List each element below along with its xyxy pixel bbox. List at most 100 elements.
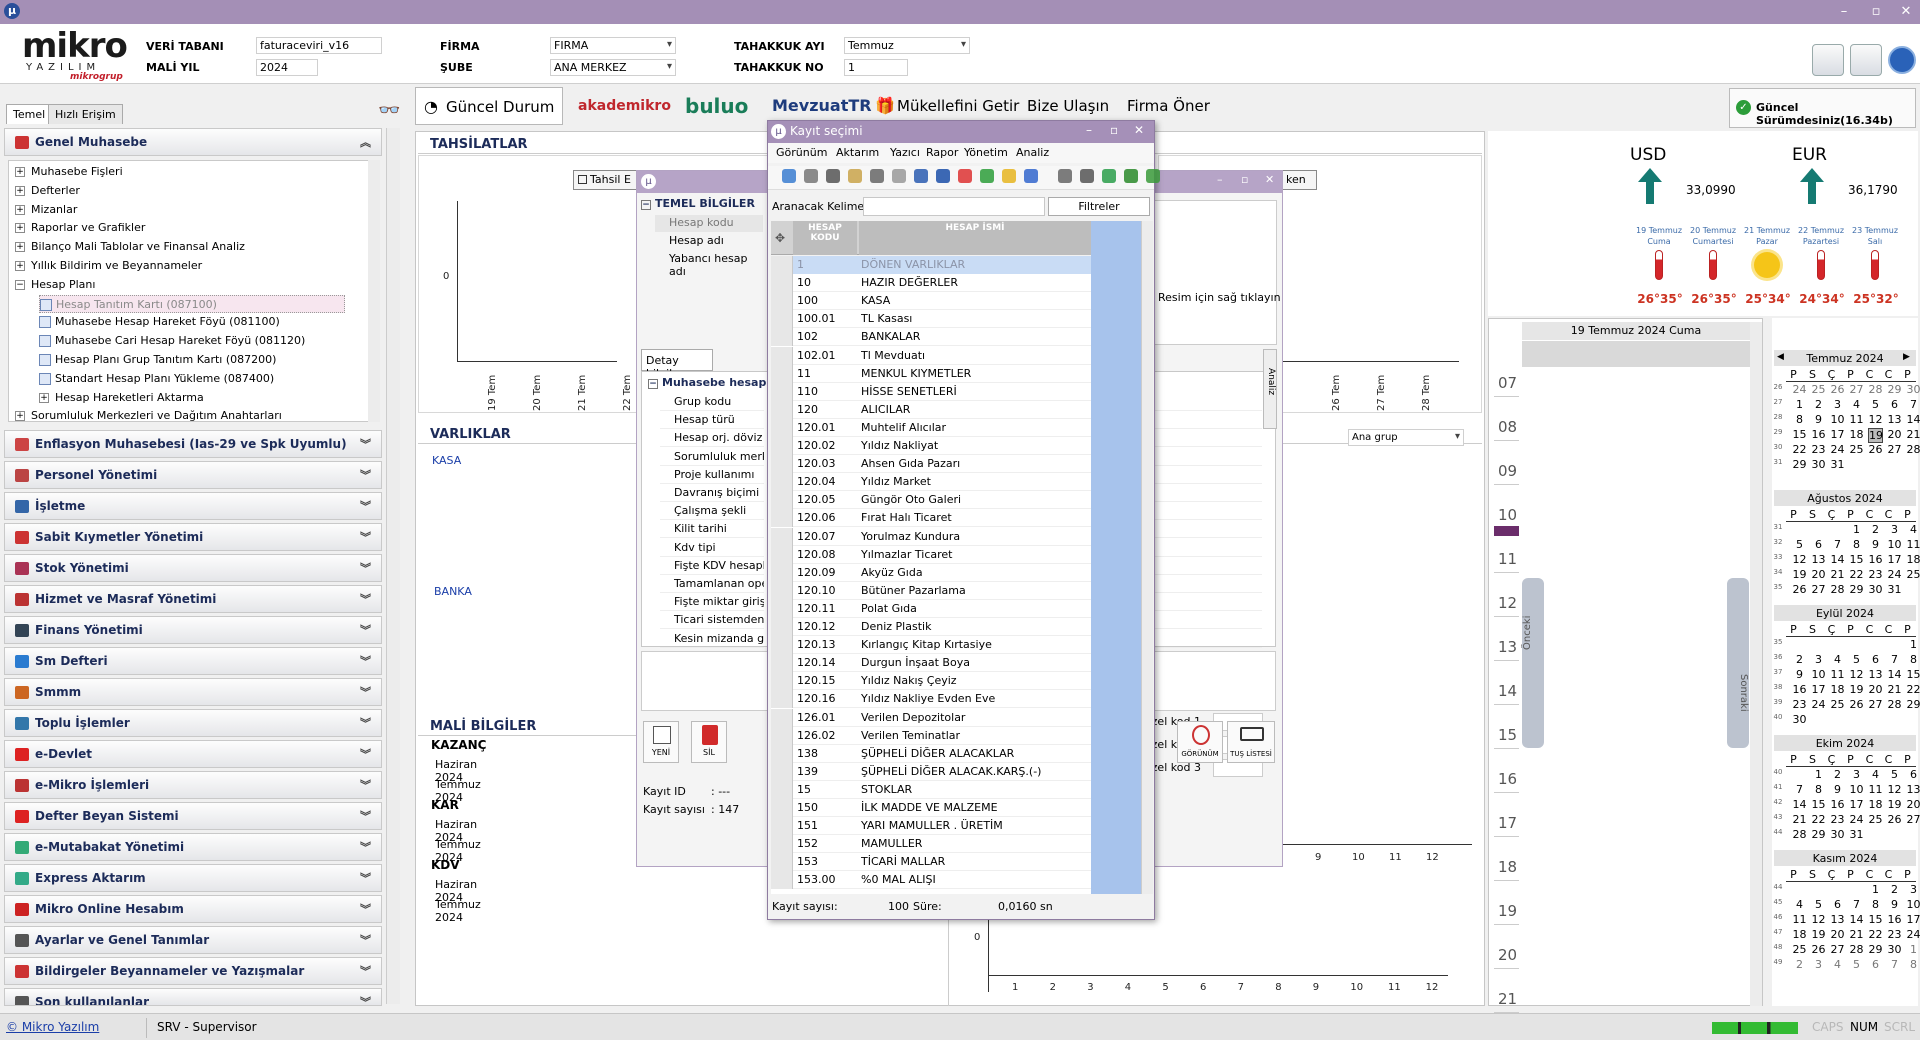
yeni-button[interactable]: YENİ [643, 721, 679, 763]
save-icon[interactable] [936, 169, 950, 183]
section-item[interactable]: Sm Defteri ︾ [4, 647, 382, 675]
calendar-day[interactable]: 17 [1830, 428, 1845, 441]
row-selector[interactable] [771, 636, 793, 655]
calendar-day[interactable]: 28 [1906, 443, 1920, 456]
expand-icon[interactable]: + [15, 167, 25, 177]
refresh-icon[interactable] [782, 169, 796, 183]
section-item[interactable]: Bildirgeler Beyannameler ve Yazışmalar ︾ [4, 957, 382, 985]
schedule-scrollbar[interactable] [1750, 322, 1762, 1006]
calendar-day[interactable]: 8 [1811, 783, 1826, 796]
calendar-day[interactable]: 20 [1811, 568, 1826, 581]
table-row[interactable]: 102.01 Tl Mevduatı [771, 346, 1091, 365]
sube-select[interactable]: ANA MERKEZ [550, 59, 676, 76]
table-row[interactable]: 120.15 Yıldız Nakış Çeyiz [771, 672, 1091, 691]
varlik-banka[interactable]: BANKA [434, 585, 472, 598]
chevron-down-icon[interactable]: ︾ [360, 870, 371, 886]
calendar-day[interactable]: 2 [1887, 883, 1902, 896]
calendar-day[interactable]: 14 [1887, 668, 1902, 681]
calendar-day[interactable]: 8 [1849, 538, 1864, 551]
table-row[interactable]: 150 İLK MADDE VE MALZEME [771, 799, 1091, 817]
temel-bilgiler-header[interactable]: − TEMEL BİLGİLER [641, 197, 771, 215]
dialog-menu-item[interactable]: Analiz [1016, 146, 1049, 159]
calendar-day[interactable]: 30 [1830, 828, 1845, 841]
tree-item[interactable]: + Bilanço Mali Tablolar ve Finansal Anali… [15, 238, 245, 256]
expand-icon[interactable]: + [15, 204, 25, 215]
calendar-day[interactable]: 3 [1849, 768, 1864, 781]
table-row[interactable]: 120.10 Bütüner Pazarlama [771, 581, 1091, 600]
row-selector[interactable] [771, 871, 793, 890]
section-item[interactable]: Toplu İşlemler ︾ [4, 709, 382, 737]
expand-icon[interactable]: + [39, 392, 49, 403]
row-selector[interactable] [771, 708, 793, 727]
detail-field-input[interactable] [1152, 503, 1262, 521]
form-maximize-icon[interactable]: ▫ [1241, 173, 1248, 186]
dialog-menu-item[interactable]: Yönetim [964, 146, 1008, 159]
tree-item[interactable]: − Hesap Planı [15, 276, 95, 294]
calendar-day[interactable]: 23 [1830, 813, 1845, 826]
maximize-icon[interactable]: ▫ [1864, 2, 1888, 22]
row-selector[interactable] [771, 400, 793, 419]
tree-item[interactable]: Hesap Planı Grup Tanıtım Kartı (087200) [39, 351, 276, 369]
calendar-day[interactable]: 14 [1792, 798, 1807, 811]
calendar-day[interactable]: 14 [1906, 413, 1920, 426]
calendar-day[interactable]: 22 [1792, 443, 1807, 456]
row-selector[interactable] [771, 726, 793, 745]
calendar-day[interactable]: 29 [1792, 458, 1807, 471]
firma-select[interactable]: FIRMA [550, 37, 676, 54]
detail-field-input[interactable] [1152, 467, 1262, 484]
next-button[interactable]: Sonraki [1727, 578, 1749, 748]
table-row[interactable]: 10 HAZIR DEĞERLER [771, 274, 1091, 293]
calendar-day[interactable]: 18 [1830, 683, 1845, 696]
version-status[interactable]: ✓ Güncel Sürümdesiniz(16.34b) [1729, 88, 1916, 128]
tree-item[interactable]: Muhasebe Hesap Hareket Föyü (081100) [39, 313, 280, 331]
calendar-day[interactable]: 17 [1887, 553, 1902, 566]
calendar-day[interactable]: 21 [1906, 428, 1920, 441]
calendar-day[interactable]: 14 [1830, 553, 1845, 566]
form-close-icon[interactable]: ✕ [1265, 173, 1274, 186]
calendar-day[interactable]: 26 [1792, 583, 1807, 596]
tree-item[interactable]: Hesap Tanıtım Kartı (087100) [39, 294, 345, 313]
calendar-day[interactable]: 14 [1849, 913, 1864, 926]
calendar-day[interactable]: 23 [1792, 698, 1807, 711]
calendar-day[interactable]: 7 [1792, 783, 1807, 796]
mali-period[interactable]: Temmuz 2024 [435, 898, 481, 924]
tab-guncel-durum[interactable]: ◔ Güncel Durum [415, 87, 563, 125]
table-row[interactable]: 151 YARI MAMULLER . ÜRETİM [771, 817, 1091, 836]
calendar-day[interactable]: 8 [1906, 958, 1920, 971]
calendar-day[interactable]: 15 [1792, 428, 1807, 441]
calendar-day[interactable]: 17 [1811, 683, 1826, 696]
table-row[interactable]: 153.00 %0 MAL ALIŞI [771, 871, 1091, 890]
calculator-icon[interactable] [914, 169, 928, 183]
calendar-day[interactable]: 30 [1868, 583, 1883, 596]
cursor-icon[interactable] [804, 169, 818, 183]
calendar-day[interactable]: 13 [1811, 553, 1826, 566]
table-row[interactable]: 110 HİSSE SENETLERİ [771, 382, 1091, 401]
calendar-day[interactable]: 22 [1906, 683, 1920, 696]
calendar-day[interactable]: 24 [1792, 383, 1807, 396]
chevron-down-icon[interactable]: ︾ [360, 591, 371, 607]
table-row[interactable]: 120.09 Akyüz Gıda [771, 563, 1091, 582]
detail-field-input[interactable] [1152, 394, 1262, 411]
calendar-day[interactable]: 19 [1887, 798, 1902, 811]
calendar-day[interactable]: 10 [1830, 413, 1845, 426]
sil-button[interactable]: SİL [691, 721, 727, 763]
calendar-day[interactable]: 27 [1849, 383, 1864, 396]
prev-month-icon[interactable]: ◀ [1777, 352, 1784, 362]
calendar-day[interactable]: 16 [1811, 428, 1826, 441]
dialog-menu-item[interactable]: Rapor [926, 146, 958, 159]
calendar-day[interactable]: 20 [1868, 683, 1883, 696]
section-item[interactable]: Finans Yönetimi ︾ [4, 616, 382, 644]
chevron-down-icon[interactable]: ︾ [360, 808, 371, 824]
export-icon[interactable] [1102, 169, 1116, 183]
chevron-up-icon[interactable]: ︽ [360, 134, 371, 150]
calendar-day[interactable]: 21 [1830, 568, 1845, 581]
chevron-down-icon[interactable]: ︾ [360, 963, 371, 979]
sort-icon[interactable] [870, 169, 884, 183]
settings-icon[interactable]: ✥ [775, 231, 785, 245]
calendar-day[interactable]: 18 [1792, 928, 1807, 941]
calendar-day[interactable]: 25 [1811, 383, 1826, 396]
row-selector[interactable] [771, 599, 793, 618]
arrow-right-icon[interactable] [1124, 169, 1138, 183]
section-item[interactable]: e-Mikro İşlemleri ︾ [4, 771, 382, 799]
calendar-day[interactable]: 30 [1811, 458, 1826, 471]
